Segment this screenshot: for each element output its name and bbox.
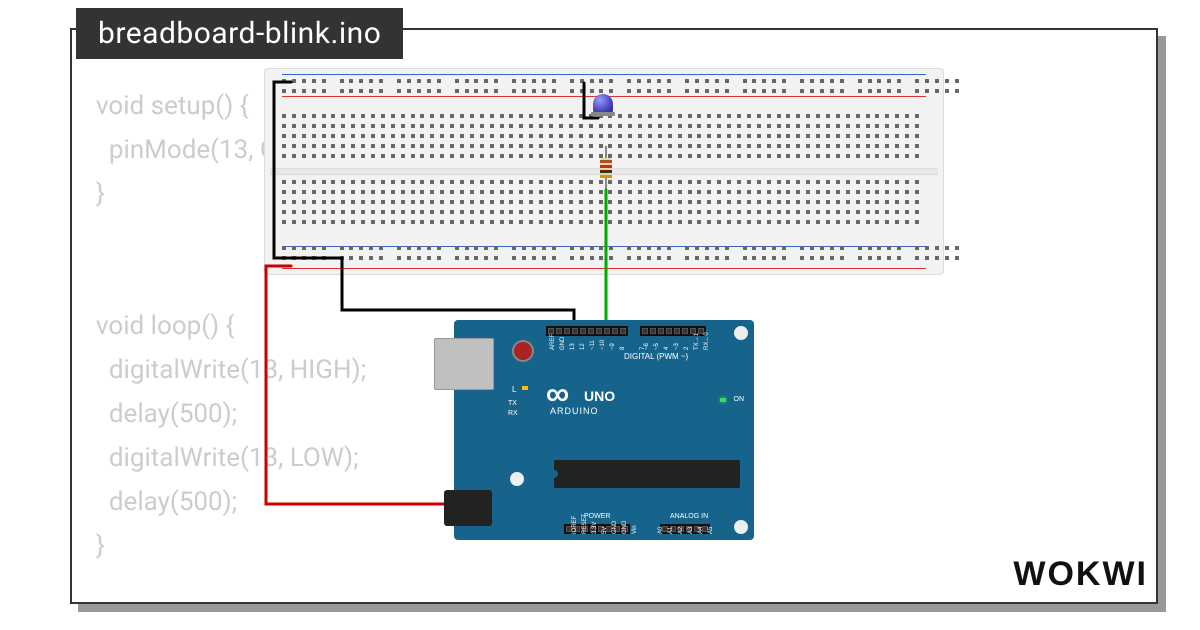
breadboard-row bbox=[282, 124, 926, 128]
chip-notch-icon bbox=[550, 470, 558, 478]
pin-label: AREF bbox=[550, 334, 556, 350]
pin-label: GND bbox=[612, 521, 618, 534]
pin-socket[interactable] bbox=[564, 328, 570, 334]
power-jack-icon bbox=[444, 490, 492, 526]
breadboard-row bbox=[282, 246, 926, 250]
pin-label: ~11 bbox=[590, 340, 596, 350]
led-blue[interactable] bbox=[593, 94, 615, 118]
pin-label: IOREF bbox=[572, 516, 578, 534]
circuit-canvas[interactable]: ∞ UNO ARDUINO DIGITAL (PWM ~) POWER ANAL… bbox=[264, 68, 964, 568]
pin-socket[interactable] bbox=[650, 328, 656, 334]
pin-label: 2 bbox=[684, 347, 690, 350]
pin-label: 13 bbox=[570, 343, 576, 350]
breadboard-rail-minus-top bbox=[282, 74, 926, 75]
on-led-label: ON bbox=[734, 396, 745, 403]
breadboard-row bbox=[282, 200, 926, 204]
pin-label: A3 bbox=[688, 527, 694, 534]
wokwi-logo: WOKWI bbox=[1013, 555, 1148, 594]
led-base bbox=[591, 112, 615, 116]
pin-label: ~6 bbox=[644, 343, 650, 350]
pin-socket[interactable] bbox=[642, 328, 648, 334]
l-led-icon bbox=[522, 386, 528, 390]
pin-socket[interactable] bbox=[682, 328, 688, 334]
analog-section-label: ANALOG IN bbox=[670, 513, 708, 520]
infinity-logo-icon: ∞ bbox=[546, 382, 569, 407]
pin-label: A1 bbox=[668, 527, 674, 534]
pin-label: RESET bbox=[582, 514, 588, 534]
resistor[interactable] bbox=[600, 146, 612, 190]
pin-label: TX→1 bbox=[694, 333, 700, 350]
breadboard-row bbox=[282, 190, 926, 194]
pin-label: ~5 bbox=[654, 343, 660, 350]
atmega-chip-icon bbox=[554, 460, 740, 488]
pin-label: A4 bbox=[698, 527, 704, 534]
usb-port-icon bbox=[434, 338, 494, 390]
pin-socket[interactable] bbox=[612, 328, 618, 334]
led-bulb-icon bbox=[593, 94, 613, 114]
file-name: breadboard-blink.ino bbox=[98, 16, 381, 51]
pin-socket[interactable] bbox=[620, 328, 626, 334]
breadboard-row bbox=[282, 256, 926, 260]
breadboard-row bbox=[282, 210, 926, 214]
pin-label: 8 bbox=[620, 347, 626, 350]
breadboard-row bbox=[282, 220, 926, 224]
rx-led-label: RX bbox=[508, 410, 518, 417]
arduino-uno[interactable]: ∞ UNO ARDUINO DIGITAL (PWM ~) POWER ANAL… bbox=[454, 320, 754, 540]
board-brand-label: ARDUINO bbox=[550, 406, 599, 416]
breadboard-rail-plus-bottom bbox=[282, 268, 926, 269]
digital-header-1[interactable] bbox=[546, 326, 628, 336]
mounting-hole-icon bbox=[510, 472, 524, 486]
power-led-icon bbox=[720, 398, 726, 402]
pin-label: Vin bbox=[632, 525, 638, 534]
pin-label: GND bbox=[560, 337, 566, 350]
resistor-band-2 bbox=[600, 165, 612, 168]
breadboard-row bbox=[282, 134, 926, 138]
pin-socket[interactable] bbox=[666, 328, 672, 334]
breadboard-row bbox=[282, 79, 926, 83]
breadboard-row bbox=[282, 89, 926, 93]
resistor-band-1 bbox=[600, 160, 612, 163]
l-led-label: L bbox=[512, 385, 516, 394]
pin-socket[interactable] bbox=[580, 328, 586, 334]
board-model-label: UNO bbox=[584, 388, 615, 404]
mounting-hole-icon bbox=[734, 520, 748, 534]
digital-section-label: DIGITAL (PWM ~) bbox=[624, 352, 688, 361]
pin-socket[interactable] bbox=[658, 328, 664, 334]
pin-label: 4 bbox=[664, 347, 670, 350]
pin-label: 3.3V bbox=[592, 522, 598, 534]
pin-socket[interactable] bbox=[674, 328, 680, 334]
resistor-band-3 bbox=[600, 170, 612, 173]
pin-label: GND bbox=[622, 521, 628, 534]
mounting-hole-icon bbox=[734, 326, 748, 340]
pin-label: 5V bbox=[602, 527, 608, 534]
pin-label: 12 bbox=[580, 343, 586, 350]
resistor-lead-bottom bbox=[605, 178, 607, 190]
pin-label: A5 bbox=[708, 527, 714, 534]
file-title-tab: breadboard-blink.ino bbox=[76, 8, 403, 59]
pin-label: ~10 bbox=[600, 340, 606, 350]
resistor-lead-top bbox=[605, 146, 607, 158]
pin-label: A2 bbox=[678, 527, 684, 534]
pin-socket[interactable] bbox=[604, 328, 610, 334]
pin-label: A0 bbox=[658, 527, 664, 534]
tx-led-label: TX bbox=[508, 400, 517, 407]
pin-label: ~9 bbox=[610, 343, 616, 350]
pin-socket[interactable] bbox=[588, 328, 594, 334]
pin-socket[interactable] bbox=[572, 328, 578, 334]
resistor-body bbox=[600, 158, 612, 178]
pin-label: RX←0 bbox=[704, 332, 710, 350]
pin-socket[interactable] bbox=[596, 328, 602, 334]
reset-button[interactable] bbox=[514, 342, 532, 360]
pin-label: ~3 bbox=[674, 343, 680, 350]
pin-socket[interactable] bbox=[556, 328, 562, 334]
